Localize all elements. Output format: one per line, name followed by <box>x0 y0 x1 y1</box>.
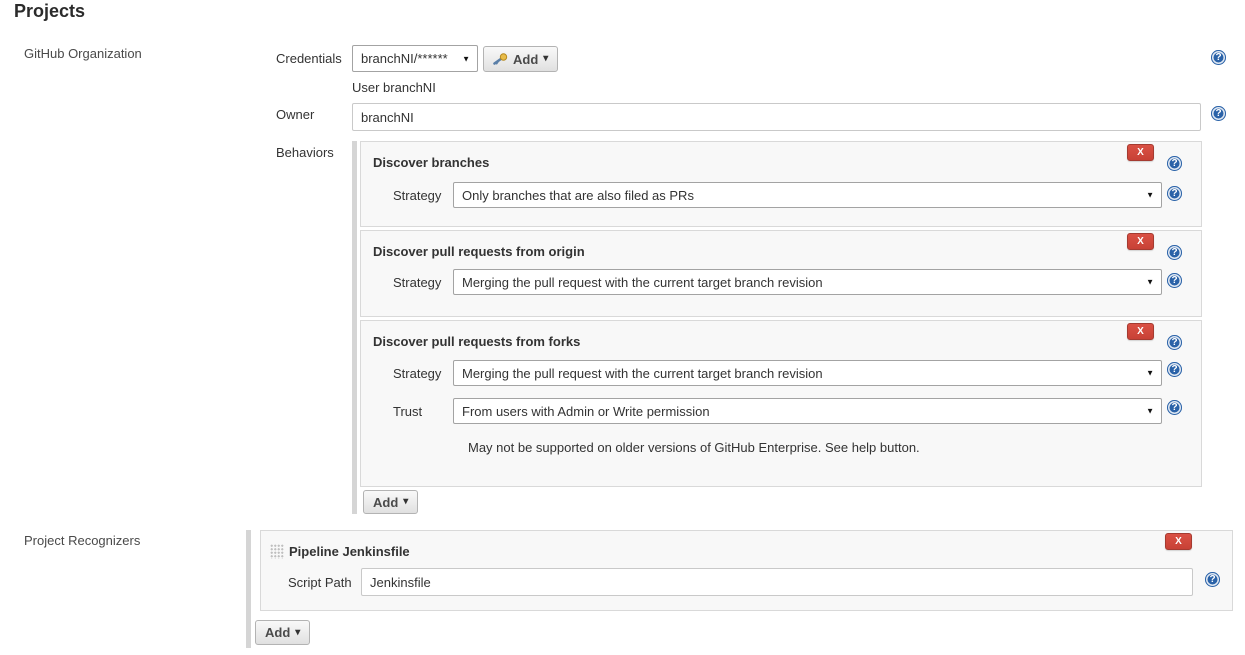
add-credentials-label: Add <box>513 52 538 67</box>
github-enterprise-note: May not be supported on older versions o… <box>468 440 920 455</box>
credentials-select[interactable]: branchNI/****** ▼ <box>352 45 478 72</box>
chevron-down-icon: ▼ <box>1146 407 1154 416</box>
behaviors-repeatable-bar <box>352 141 357 514</box>
add-recognizer-button[interactable]: Add ▾ <box>255 620 310 645</box>
owner-input[interactable] <box>352 103 1201 131</box>
section-help-icon[interactable]: ? <box>1167 335 1182 350</box>
strategy-select[interactable]: Only branches that are also filed as PRs… <box>453 182 1162 208</box>
owner-help-icon[interactable]: ? <box>1211 106 1226 121</box>
question-mark: ? <box>1215 108 1221 119</box>
strategy-help-icon[interactable]: ? <box>1167 362 1182 377</box>
question-mark: ? <box>1171 158 1177 169</box>
strategy-select[interactable]: Merging the pull request with the curren… <box>453 269 1162 295</box>
github-organization-label: GitHub Organization <box>24 46 142 61</box>
key-icon <box>493 53 508 65</box>
caret-down-icon: ▾ <box>543 54 548 64</box>
credentials-description: User branchNI <box>352 80 436 95</box>
question-mark: ? <box>1171 364 1177 375</box>
trust-label: Trust <box>393 404 422 419</box>
strategy-select[interactable]: Merging the pull request with the curren… <box>453 360 1162 386</box>
question-mark: ? <box>1171 188 1177 199</box>
section-title: Discover pull requests from forks <box>373 334 580 349</box>
jenkins-project-config-page: Projects GitHub Organization Credentials… <box>0 0 1245 655</box>
section-title: Discover branches <box>373 155 489 170</box>
question-mark: ? <box>1171 275 1177 286</box>
section-title: Discover pull requests from origin <box>373 244 585 259</box>
strategy-select-value: Merging the pull request with the curren… <box>462 275 823 290</box>
chevron-down-icon: ▼ <box>1146 278 1154 287</box>
remove-behavior-button[interactable]: X <box>1127 144 1154 161</box>
credentials-label: Credentials <box>276 51 342 66</box>
recognizer-section-pipeline-jenkinsfile: Pipeline Jenkinsfile X Script Path ? <box>260 530 1233 611</box>
trust-select[interactable]: From users with Admin or Write permissio… <box>453 398 1162 424</box>
behavior-section-discover-pr-origin: Discover pull requests from origin X ? S… <box>360 230 1202 317</box>
caret-down-icon: ▾ <box>403 497 408 507</box>
owner-label: Owner <box>276 107 314 122</box>
recognizers-repeatable-bar <box>246 530 251 648</box>
strategy-help-icon[interactable]: ? <box>1167 273 1182 288</box>
add-recognizer-label: Add <box>265 625 290 640</box>
add-behavior-button[interactable]: Add ▾ <box>363 490 418 514</box>
script-path-input[interactable] <box>361 568 1193 596</box>
question-mark: ? <box>1171 247 1177 258</box>
section-help-icon[interactable]: ? <box>1167 245 1182 260</box>
caret-down-icon: ▾ <box>295 628 300 638</box>
project-recognizers-label: Project Recognizers <box>24 533 140 548</box>
script-path-help-icon[interactable]: ? <box>1205 572 1220 587</box>
strategy-help-icon[interactable]: ? <box>1167 186 1182 201</box>
strategy-select-value: Merging the pull request with the curren… <box>462 366 823 381</box>
behaviors-label: Behaviors <box>276 145 334 160</box>
credentials-select-value: branchNI/****** <box>361 51 448 66</box>
question-mark: ? <box>1171 402 1177 413</box>
section-title: Pipeline Jenkinsfile <box>289 544 410 559</box>
chevron-down-icon: ▼ <box>462 54 470 63</box>
strategy-select-value: Only branches that are also filed as PRs <box>462 188 694 203</box>
page-title: Projects <box>14 1 85 22</box>
chevron-down-icon: ▼ <box>1146 191 1154 200</box>
section-help-icon[interactable]: ? <box>1167 156 1182 171</box>
behavior-section-discover-branches: Discover branches X ? Strategy Only bran… <box>360 141 1202 227</box>
strategy-label: Strategy <box>393 188 441 203</box>
remove-behavior-button[interactable]: X <box>1127 233 1154 250</box>
trust-select-value: From users with Admin or Write permissio… <box>462 404 710 419</box>
question-mark: ? <box>1171 337 1177 348</box>
add-behavior-label: Add <box>373 495 398 510</box>
drag-handle-icon[interactable] <box>270 544 284 559</box>
script-path-label: Script Path <box>288 575 352 590</box>
behavior-section-discover-pr-forks: Discover pull requests from forks X ? St… <box>360 320 1202 487</box>
remove-behavior-button[interactable]: X <box>1127 323 1154 340</box>
strategy-label: Strategy <box>393 275 441 290</box>
trust-help-icon[interactable]: ? <box>1167 400 1182 415</box>
question-mark: ? <box>1215 52 1221 63</box>
remove-recognizer-button[interactable]: X <box>1165 533 1192 550</box>
strategy-label: Strategy <box>393 366 441 381</box>
chevron-down-icon: ▼ <box>1146 369 1154 378</box>
add-credentials-button[interactable]: Add ▾ <box>483 46 558 72</box>
question-mark: ? <box>1209 574 1215 585</box>
credentials-help-icon[interactable]: ? <box>1211 50 1226 65</box>
